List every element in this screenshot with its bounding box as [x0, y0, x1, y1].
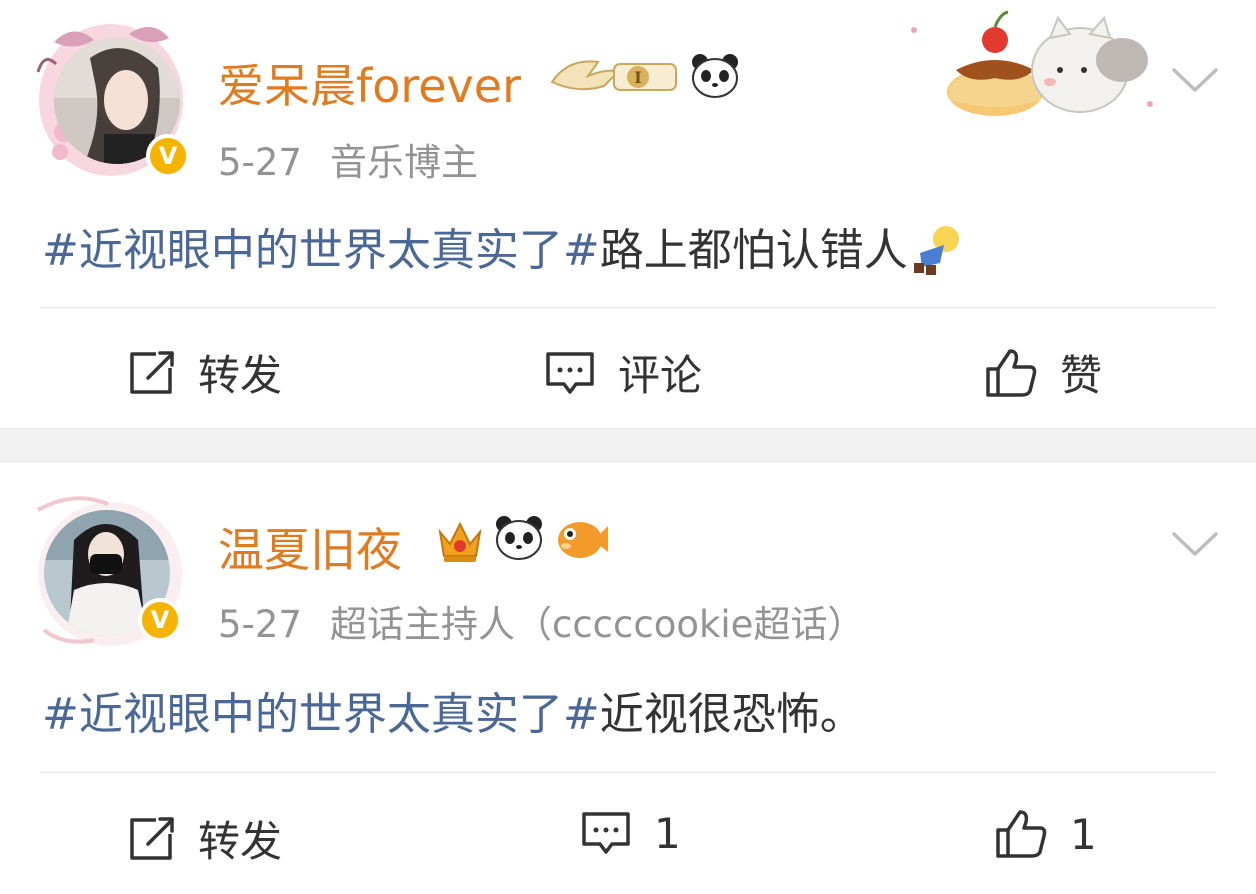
post-content: #近视眼中的世界太真实了#近视很恐怖。: [42, 678, 864, 742]
comment-button[interactable]: 1: [580, 808, 681, 858]
user-tag: 超话主持人（cccccookie超话）: [329, 603, 865, 646]
post-meta: 5-27 超话主持人（cccccookie超话）: [218, 594, 864, 648]
verified-badge: V: [146, 134, 190, 178]
wing-level-badge-icon[interactable]: I: [548, 52, 680, 100]
like-button[interactable]: 1: [994, 808, 1097, 860]
pufferfish-emoji-icon: [558, 522, 608, 558]
panda-emoji-icon: [692, 54, 738, 98]
like-button[interactable]: 赞: [984, 342, 1102, 403]
post-meta: 5-27 音乐博主: [218, 132, 478, 186]
post-text: 近视很恐怖。: [599, 689, 864, 740]
thumbs-up-icon: [986, 348, 1037, 397]
topic-link[interactable]: #近视眼中的世界太真实了#: [42, 689, 600, 740]
avatar-frame[interactable]: V: [34, 12, 190, 178]
comment-icon: [582, 812, 630, 854]
edge-fade: [1096, 824, 1256, 894]
repost-icon: [130, 816, 174, 860]
chevron-down-icon[interactable]: [1170, 64, 1220, 94]
action-divider: [40, 772, 1216, 773]
username[interactable]: 爱呆晨forever: [218, 50, 521, 116]
comment-count: 1: [654, 808, 681, 858]
avatar-frame[interactable]: V: [34, 490, 184, 650]
post-date[interactable]: 5-27: [218, 141, 302, 184]
post-separator: [0, 428, 1256, 462]
username[interactable]: 温夏旧夜: [218, 514, 402, 580]
action-divider: [40, 307, 1216, 308]
thumbs-up-icon: [996, 810, 1047, 858]
like-count: 1: [1070, 809, 1097, 859]
comment-label: 评论: [618, 351, 703, 400]
post-content: #近视眼中的世界太真实了#路上都怕认错人: [42, 214, 964, 278]
crown-badge-icon[interactable]: [434, 516, 486, 566]
sleepy-doll-emoji-icon: [913, 226, 959, 275]
weibo-post-1: V 爱呆晨forever I 5-27 音乐博主 #近视眼中的世界太真实了#路上都…: [0, 0, 1256, 428]
weibo-post-2: V 温夏旧夜 5-27 超话主持人（cccccookie超话） #近视眼中的世界太…: [0, 462, 1256, 894]
svg-text:I: I: [634, 68, 641, 87]
repost-label: 转发: [198, 351, 283, 400]
post-text: 路上都怕认错人: [599, 225, 908, 276]
chevron-down-icon[interactable]: [1170, 528, 1220, 558]
topic-link[interactable]: #近视眼中的世界太真实了#: [42, 225, 600, 276]
repost-icon: [130, 350, 174, 394]
pudding-cat-decoration-icon: [911, 10, 1153, 116]
repost-label: 转发: [198, 817, 283, 866]
post-date[interactable]: 5-27: [218, 603, 302, 646]
repost-button[interactable]: 转发: [126, 808, 282, 869]
repost-button[interactable]: 转发: [126, 342, 282, 403]
comment-button[interactable]: 评论: [544, 342, 702, 403]
like-label: 赞: [1060, 351, 1103, 400]
panda-emoji-icon: [496, 516, 542, 560]
comment-icon: [546, 351, 594, 394]
user-tag: 音乐博主: [329, 141, 478, 184]
verified-badge: V: [138, 598, 182, 642]
